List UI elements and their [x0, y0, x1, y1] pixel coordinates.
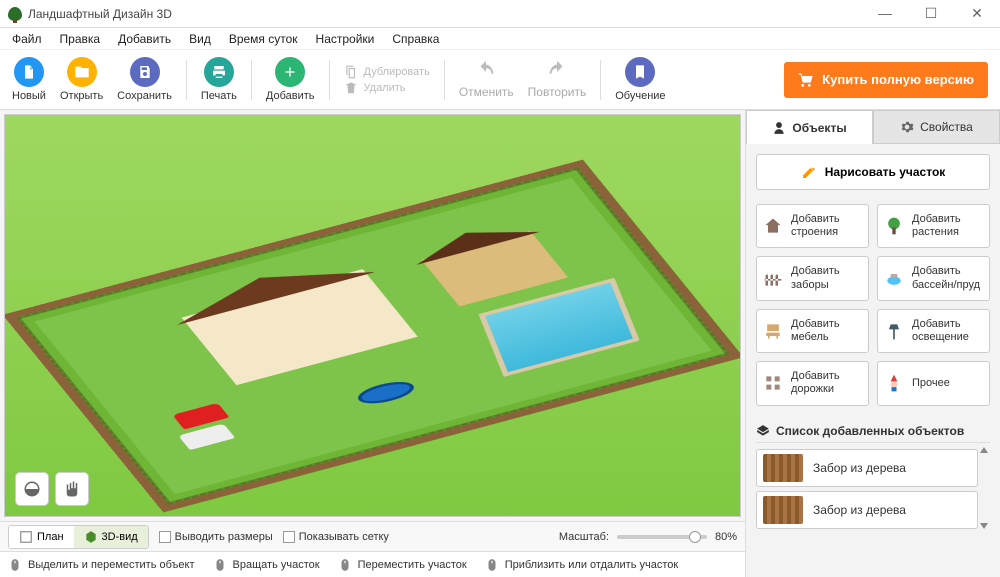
- status-zoom-tool[interactable]: Приблизить или отдалить участок: [485, 558, 678, 572]
- lamp-icon: [884, 321, 904, 341]
- mouse-icon: [338, 558, 352, 572]
- print-icon: [211, 64, 227, 80]
- gnome-icon: [884, 373, 904, 393]
- add-pool-button[interactable]: Добавить бассейн/пруд: [877, 256, 990, 300]
- draw-plot-button[interactable]: Нарисовать участок: [756, 154, 990, 190]
- objects-icon: [772, 121, 786, 135]
- buy-full-version-button[interactable]: Купить полную версию: [784, 62, 988, 98]
- plus-icon: [282, 64, 298, 80]
- redo-button[interactable]: Повторить: [528, 60, 587, 99]
- fence-thumbnail: [763, 454, 803, 482]
- house-icon: [763, 216, 783, 236]
- open-button[interactable]: Открыть: [60, 57, 103, 102]
- duplicate-icon: [344, 65, 358, 79]
- object-list: Забор из дерева Забор из дерева: [756, 449, 978, 533]
- tab-objects[interactable]: Объекты: [746, 110, 873, 144]
- menu-add[interactable]: Добавить: [110, 30, 179, 48]
- hand-icon: [63, 480, 81, 498]
- add-button[interactable]: Добавить: [266, 57, 315, 102]
- mouse-icon: [213, 558, 227, 572]
- mouse-icon: [8, 558, 22, 572]
- scroll-down-button[interactable]: [980, 523, 988, 529]
- menu-help[interactable]: Справка: [384, 30, 447, 48]
- tree-icon: [884, 216, 904, 236]
- print-button[interactable]: Печать: [201, 57, 237, 102]
- viewport-toolbar: План 3D-вид Выводить размеры Показывать …: [0, 521, 745, 551]
- plan-icon: [19, 530, 33, 544]
- delete-button[interactable]: Удалить: [344, 81, 430, 95]
- add-other-button[interactable]: Прочее: [877, 361, 990, 405]
- toolbar: Новый Открыть Сохранить Печать Добавить …: [0, 50, 1000, 110]
- path-icon: [763, 373, 783, 393]
- add-paths-button[interactable]: Добавить дорожки: [756, 361, 869, 405]
- list-item[interactable]: Забор из дерева: [756, 449, 978, 487]
- add-plants-button[interactable]: Добавить растения: [877, 204, 990, 248]
- file-icon: [21, 64, 37, 80]
- add-fences-button[interactable]: Добавить заборы: [756, 256, 869, 300]
- add-furniture-button[interactable]: Добавить мебель: [756, 309, 869, 353]
- menubar: Файл Правка Добавить Вид Время суток Нас…: [0, 28, 1000, 50]
- view-plan-button[interactable]: План: [9, 526, 74, 548]
- new-button[interactable]: Новый: [12, 57, 46, 102]
- close-button[interactable]: ✕: [962, 5, 992, 22]
- scale-value: 80%: [715, 531, 737, 543]
- menu-settings[interactable]: Настройки: [308, 30, 383, 48]
- add-buildings-button[interactable]: Добавить строения: [756, 204, 869, 248]
- redo-icon: [546, 60, 568, 82]
- duplicate-button[interactable]: Дублировать: [344, 65, 430, 79]
- undo-button[interactable]: Отменить: [459, 60, 514, 99]
- mouse-icon: [485, 558, 499, 572]
- orbit-tool-button[interactable]: [15, 472, 49, 506]
- maximize-button[interactable]: ☐: [916, 5, 946, 22]
- scale-slider[interactable]: [617, 535, 707, 539]
- fence-thumbnail: [763, 496, 803, 524]
- list-item[interactable]: Забор из дерева: [756, 491, 978, 529]
- status-rotate-tool[interactable]: Вращать участок: [213, 558, 320, 572]
- window-title: Ландшафтный Дизайн 3D: [28, 7, 172, 21]
- fence-icon: [763, 269, 783, 289]
- add-lighting-button[interactable]: Добавить освещение: [877, 309, 990, 353]
- status-move-tool[interactable]: Переместить участок: [338, 558, 467, 572]
- book-icon: [632, 64, 648, 80]
- trash-icon: [344, 81, 358, 95]
- minimize-button[interactable]: —: [870, 5, 900, 22]
- status-select-tool[interactable]: Выделить и переместить объект: [8, 558, 195, 572]
- layers-icon: [756, 424, 770, 438]
- save-button[interactable]: Сохранить: [117, 57, 172, 102]
- scroll-up-button[interactable]: [980, 447, 988, 453]
- show-dimensions-checkbox[interactable]: Выводить размеры: [159, 531, 273, 543]
- scale-label: Масштаб:: [559, 531, 609, 543]
- pencil-icon: [801, 164, 817, 180]
- tab-properties[interactable]: Свойства: [873, 110, 1000, 144]
- gear-icon: [900, 120, 914, 134]
- 3d-icon: [84, 530, 98, 544]
- folder-icon: [74, 64, 90, 80]
- cart-icon: [798, 72, 814, 88]
- learn-button[interactable]: Обучение: [615, 57, 665, 102]
- pan-tool-button[interactable]: [55, 472, 89, 506]
- viewport-3d[interactable]: [4, 114, 741, 517]
- titlebar: Ландшафтный Дизайн 3D — ☐ ✕: [0, 0, 1000, 28]
- object-list-header: Список добавленных объектов: [756, 420, 990, 443]
- chair-icon: [763, 321, 783, 341]
- menu-file[interactable]: Файл: [4, 30, 50, 48]
- menu-time[interactable]: Время суток: [221, 30, 306, 48]
- save-icon: [137, 64, 153, 80]
- view-3d-button[interactable]: 3D-вид: [74, 526, 148, 548]
- menu-edit[interactable]: Правка: [52, 30, 109, 48]
- pool-icon: [884, 269, 904, 289]
- show-grid-checkbox[interactable]: Показывать сетку: [283, 531, 389, 543]
- sidebar: Объекты Свойства Нарисовать участок Доба…: [745, 110, 1000, 577]
- undo-icon: [475, 60, 497, 82]
- app-icon: [8, 7, 22, 21]
- orbit-icon: [23, 480, 41, 498]
- statusbar: Выделить и переместить объект Вращать уч…: [0, 551, 745, 577]
- menu-view[interactable]: Вид: [181, 30, 219, 48]
